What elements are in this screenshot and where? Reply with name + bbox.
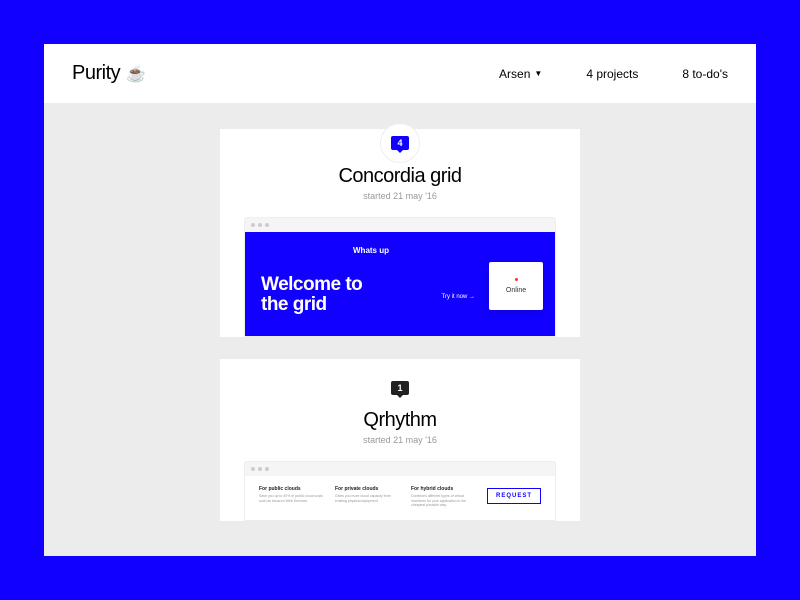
preview-column: For hybrid clouds Combines different typ… (411, 486, 475, 520)
brand[interactable]: Purity ☕ (72, 62, 146, 85)
user-name: Arsen (499, 67, 530, 81)
window-dots-icon (245, 218, 555, 232)
preview-column: For private clouds Gives you more cloud … (335, 486, 399, 520)
window-dots-icon (245, 462, 555, 476)
column-title: For private clouds (335, 486, 399, 492)
status-card: Online (489, 262, 543, 310)
column-title: For public clouds (259, 486, 323, 492)
header: Purity ☕ Arsen ▼ 4 projects 8 to-do's (44, 44, 756, 103)
try-link: Try it now → (442, 294, 475, 300)
column-title: For hybrid clouds (411, 486, 475, 492)
project-title: Qrhythm (363, 409, 436, 432)
status-text: Online (506, 287, 526, 294)
chevron-down-icon: ▼ (534, 69, 542, 78)
project-card[interactable]: 1 Qrhythm started 21 may '16 For public … (220, 359, 580, 521)
comment-badge-icon: 4 (391, 136, 409, 150)
preview-heading-small: Whats up (353, 246, 539, 255)
brand-name: Purity (72, 62, 120, 85)
preview-body: For public clouds Save you up to 40% of … (245, 476, 555, 520)
project-preview: Whats up Welcome to the grid Try it now … (244, 217, 556, 337)
project-subtitle: started 21 may '16 (363, 435, 437, 445)
comment-badge-icon: 1 (391, 381, 409, 395)
projects-link[interactable]: 4 projects (586, 67, 638, 81)
column-text: Gives you more cloud capacity from exist… (335, 494, 399, 503)
column-text: Combines different types of virtual mach… (411, 494, 475, 508)
preview-body: Whats up Welcome to the grid Try it now … (245, 232, 555, 336)
project-subtitle: started 21 may '16 (363, 191, 437, 201)
badge-circle: 4 (380, 123, 420, 163)
user-dropdown[interactable]: Arsen ▼ (499, 67, 542, 81)
project-preview: For public clouds Save you up to 40% of … (244, 461, 556, 521)
status-dot-icon (515, 278, 518, 281)
app-window: Purity ☕ Arsen ▼ 4 projects 8 to-do's 4 … (44, 44, 756, 556)
project-title: Concordia grid (338, 165, 461, 188)
preview-column: For public clouds Save you up to 40% of … (259, 486, 323, 520)
coffee-icon: ☕ (126, 64, 145, 84)
todos-link[interactable]: 8 to-do's (682, 67, 728, 81)
content-area: 4 Concordia grid started 21 may '16 What… (44, 103, 756, 556)
nav: Arsen ▼ 4 projects 8 to-do's (499, 67, 728, 81)
column-text: Save you up to 40% of public cloud costs… (259, 494, 323, 503)
request-button: REQUEST (487, 488, 541, 504)
project-card[interactable]: 4 Concordia grid started 21 may '16 What… (220, 129, 580, 337)
